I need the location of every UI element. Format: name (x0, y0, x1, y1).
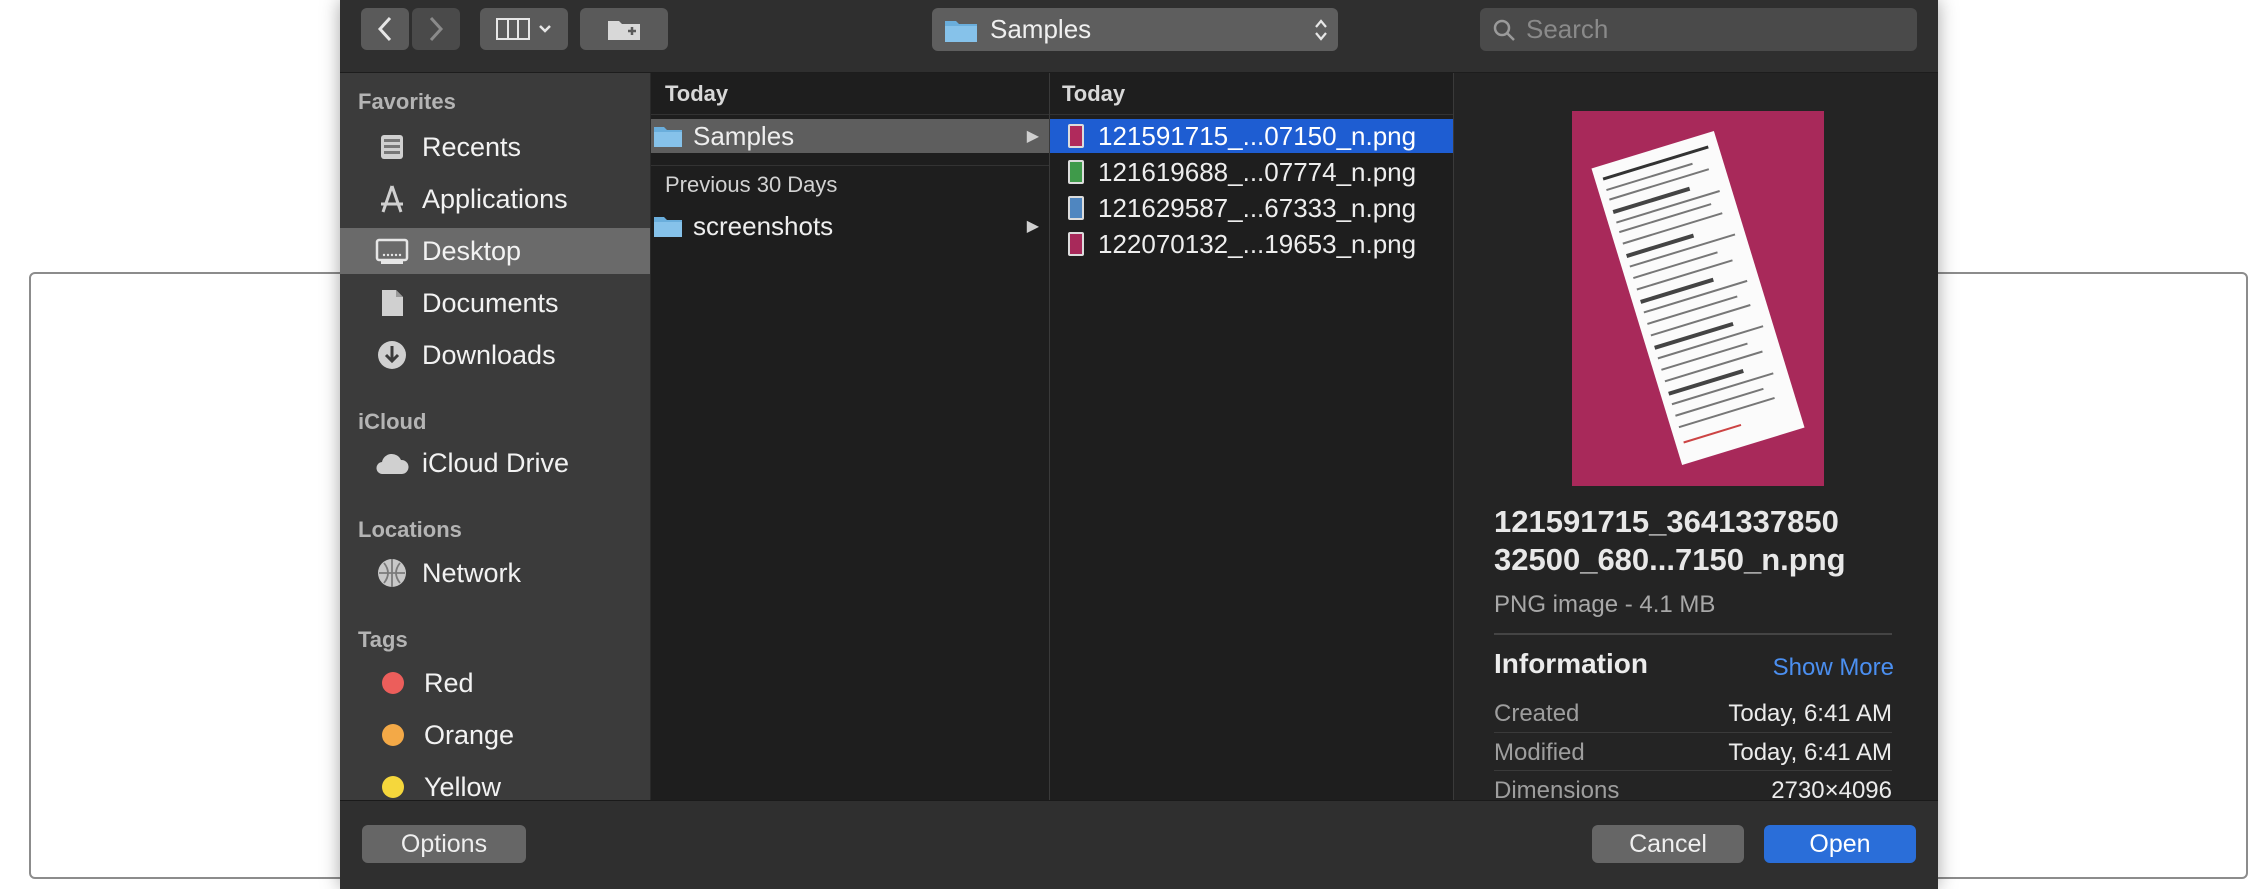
folder-icon (654, 127, 682, 147)
file-label: 121619688_...07774_n.png (1098, 156, 1417, 187)
dialog-footer: Options Cancel Open (340, 800, 1938, 889)
new-folder-button[interactable] (580, 8, 668, 50)
sidebar-item-label: iCloud Drive (422, 447, 570, 478)
info-value: Today, 6:41 AM (1728, 739, 1892, 766)
downloads-icon (374, 337, 410, 373)
cloud-icon (374, 445, 410, 481)
image-file-icon (1068, 232, 1084, 256)
info-value: 2730×4096 (1771, 777, 1892, 800)
image-file-icon (1068, 196, 1084, 220)
sidebar-section-tags: Tags (358, 627, 408, 652)
file-row[interactable]: 122070132_...19653_n.png (1050, 227, 1453, 261)
search-input[interactable] (1524, 13, 1888, 46)
desktop-icon (374, 233, 410, 269)
columns-view-icon (496, 18, 530, 40)
chevron-left-icon (377, 16, 392, 42)
sidebar-item-label: Red (424, 667, 474, 698)
sidebar-item-label: Orange (424, 719, 515, 750)
sidebar-section-locations: Locations (358, 517, 462, 542)
divider (1494, 633, 1892, 635)
info-row-created: Created Today, 6:41 AM (1494, 694, 1892, 730)
file-label: 122070132_...19653_n.png (1098, 228, 1417, 259)
column-subheading: Previous 30 Days (651, 165, 1049, 203)
preview-thumbnail (1572, 111, 1824, 486)
sidebar-tag-yellow[interactable]: Yellow (340, 764, 650, 800)
sidebar-section-favorites: Favorites (358, 89, 456, 114)
disclosure-arrow-icon: ▶ (1026, 218, 1039, 235)
path-popup[interactable]: Samples (932, 8, 1338, 51)
sidebar-item-downloads[interactable]: Downloads (340, 332, 650, 378)
folder-label: screenshots (693, 210, 834, 241)
file-label: 121629587_...67333_n.png (1098, 192, 1417, 223)
sidebar-item-desktop[interactable]: Desktop (340, 228, 650, 274)
image-file-icon (1068, 160, 1084, 184)
tag-dot-icon (382, 672, 404, 694)
new-folder-icon (608, 21, 640, 40)
sidebar-item-label: Yellow (424, 771, 502, 801)
sidebar-item-recents[interactable]: Recents (340, 124, 650, 170)
tag-dot-icon (382, 776, 404, 798)
sidebar-item-label: Applications (422, 183, 568, 214)
search-field[interactable] (1480, 8, 1917, 51)
sidebar: Favorites Recents Applications Desktop D… (340, 73, 650, 800)
sidebar-item-network[interactable]: Network (340, 550, 650, 596)
tag-dot-icon (382, 724, 404, 746)
file-row[interactable]: 121591715_...07150_n.png (1050, 119, 1453, 153)
folder-label: Samples (693, 120, 795, 151)
applications-icon (374, 181, 410, 217)
view-mode-button[interactable] (480, 8, 568, 50)
documents-icon (374, 285, 410, 321)
file-label: 121591715_...07150_n.png (1098, 120, 1417, 151)
open-file-dialog: Samples Favorites Recents Applications D… (340, 0, 1938, 889)
sidebar-section-icloud: iCloud (358, 409, 427, 434)
updown-chevron-icon (1315, 18, 1327, 41)
info-key: Dimensions (1494, 777, 1620, 800)
sidebar-tag-orange[interactable]: Orange (340, 712, 650, 758)
chevron-down-icon (539, 25, 551, 33)
sidebar-item-label: Network (422, 557, 522, 588)
search-icon (1493, 19, 1515, 41)
forward-button[interactable] (412, 8, 460, 50)
folder-row-screenshots[interactable]: screenshots ▶ (651, 209, 1049, 243)
file-row[interactable]: 121629587_...67333_n.png (1050, 191, 1453, 225)
sidebar-item-label: Desktop (422, 235, 522, 266)
sidebar-item-label: Recents (422, 131, 522, 162)
chevron-right-icon (429, 16, 444, 42)
options-button[interactable]: Options (362, 825, 526, 863)
info-value: Today, 6:41 AM (1728, 700, 1892, 727)
sidebar-item-label: Documents (422, 287, 559, 318)
image-file-icon (1068, 124, 1084, 148)
toolbar: Samples (340, 0, 1938, 73)
disclosure-arrow-icon: ▶ (1026, 128, 1039, 145)
info-row-modified: Modified Today, 6:41 AM (1494, 732, 1892, 769)
preview-file-kind: PNG image - 4.1 MB (1494, 591, 1716, 618)
folder-icon (945, 20, 977, 42)
cancel-button[interactable]: Cancel (1592, 825, 1744, 863)
sidebar-item-documents[interactable]: Documents (340, 280, 650, 326)
recents-icon (374, 129, 410, 165)
show-more-link[interactable]: Show More (1734, 654, 1894, 682)
column-heading: Today (651, 73, 1049, 115)
network-icon (374, 555, 410, 591)
sidebar-tag-red[interactable]: Red (340, 660, 650, 706)
browser-column-desktop: Today Samples ▶ Previous 30 Days screens… (651, 73, 1050, 800)
folder-icon (654, 217, 682, 237)
information-heading: Information (1494, 648, 1648, 679)
back-button[interactable] (361, 8, 409, 50)
preview-file-name: 121591715_3641337850 32500_680...7150_n.… (1494, 504, 1846, 577)
info-key: Created (1494, 700, 1580, 727)
column-heading: Today (1050, 73, 1453, 115)
sidebar-item-applications[interactable]: Applications (340, 176, 650, 222)
info-key: Modified (1494, 739, 1585, 766)
folder-row-samples[interactable]: Samples ▶ (651, 119, 1049, 153)
browser-column-samples: Today 121591715_...07150_n.png 121619688… (1050, 73, 1454, 800)
path-label: Samples (990, 14, 1092, 44)
preview-pane: 121591715_3641337850 32500_680...7150_n.… (1454, 73, 1938, 800)
sidebar-item-label: Downloads (422, 339, 556, 370)
info-row-dimensions: Dimensions 2730×4096 (1494, 770, 1892, 800)
open-button[interactable]: Open (1764, 825, 1916, 863)
sidebar-item-icloud-drive[interactable]: iCloud Drive (340, 440, 650, 486)
ballot-image (1591, 131, 1805, 465)
file-row[interactable]: 121619688_...07774_n.png (1050, 155, 1453, 189)
